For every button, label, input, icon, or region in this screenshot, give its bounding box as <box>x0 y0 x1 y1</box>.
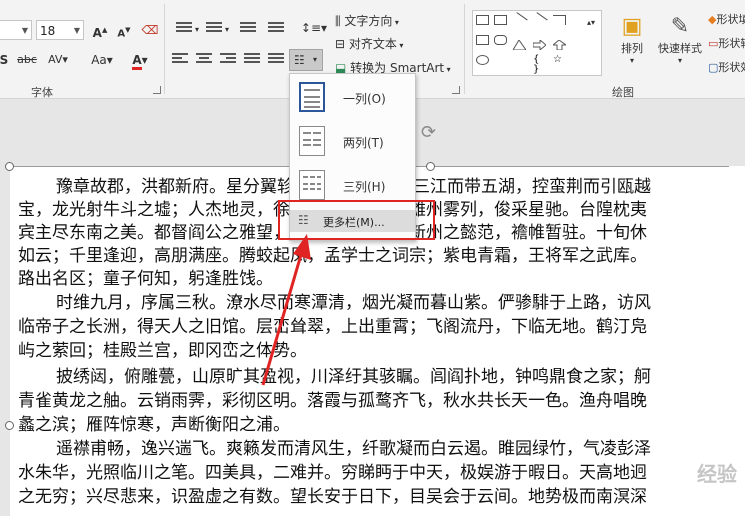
grow-font-button[interactable]: A▲ <box>90 20 110 40</box>
shapes-gallery[interactable]: { } ☆ ▴▾ <box>472 10 602 76</box>
text-line[interactable]: 之无穷；兴尽悲来，识盈虚之有数。望长安于日下，目吴会于云间。地势极而南溟深 <box>18 486 647 509</box>
triangle-shape-icon[interactable] <box>512 35 527 51</box>
group-drawing-label: 绘图 <box>612 86 634 99</box>
annotation-arrow <box>261 234 311 386</box>
shape-fill-button[interactable]: ◆形状填充 <box>708 10 745 30</box>
arrange-button[interactable]: ▣ 排列 ▾ <box>612 12 652 72</box>
text-direction-icon: ⫼ <box>335 14 345 28</box>
quick-styles-icon: ✎ <box>670 14 690 39</box>
text-line[interactable]: 青雀黄龙之舳。云销雨霁，彩彻区明。落霞与孤鹜齐飞，秋水共长天一色。渔舟唱晚 <box>18 390 647 413</box>
ellipse-shape-icon[interactable] <box>476 55 489 65</box>
text-line[interactable]: 临帝子之长洲，得天人之旧馆。层峦耸翠，上出重霄；飞阁流丹，下临无地。鹤汀凫 <box>18 316 647 339</box>
numbering-icon[interactable] <box>206 22 222 36</box>
chevron-down-icon: ▾ <box>313 55 318 64</box>
distributed-icon[interactable] <box>268 53 284 67</box>
text-line[interactable]: 蠡之滨；雁阵惊寒，声断衡阳之浦。 <box>18 414 290 437</box>
bold-button[interactable]: S <box>0 50 12 70</box>
align-text-button[interactable]: ⊟ 对齐文本 ▾ <box>335 34 415 54</box>
chevron-down-icon[interactable]: ▼ <box>22 21 28 41</box>
chevron-down-icon[interactable]: ▼ <box>74 21 80 41</box>
align-left-icon[interactable] <box>172 53 188 67</box>
rotate-handle-icon[interactable]: ⟳ <box>421 122 436 143</box>
three-columns-icon <box>299 170 325 200</box>
line-spacing-icon[interactable]: ↕≡▾ <box>300 18 328 38</box>
font-size-value: 18 <box>40 24 56 38</box>
font-size-combo[interactable]: 18 ▼ <box>36 20 84 40</box>
shape-outline-button[interactable]: ▭形状轮廓 <box>708 34 745 54</box>
resize-handle[interactable] <box>5 421 14 430</box>
text-line[interactable]: 水朱华，光照临川之笔。四美具，二难并。穷睇眄于中天，极娱游于暇日。天高地迥 <box>18 462 647 485</box>
group-divider <box>464 4 465 94</box>
paragraph-dialog-launcher-icon[interactable] <box>452 86 460 94</box>
columns-icon: ☷ <box>294 53 305 67</box>
resize-handle[interactable] <box>5 162 14 171</box>
brace-shape-icon[interactable]: { } <box>533 55 546 75</box>
menu-item-two-columns[interactable]: 两列(T) <box>290 120 415 164</box>
two-columns-icon <box>299 126 325 156</box>
bullets-dropdown-icon[interactable]: ▾ <box>193 20 201 40</box>
justify-icon[interactable] <box>244 53 260 67</box>
arrange-icon: ▣ <box>621 14 643 39</box>
shrink-font-button[interactable]: A▼ <box>114 20 134 40</box>
bullets-icon[interactable] <box>176 22 192 36</box>
align-center-icon[interactable] <box>196 53 212 67</box>
watermark: 经验 <box>697 462 737 486</box>
increase-indent-icon[interactable] <box>268 22 284 36</box>
textbox-vertical-shape-icon[interactable] <box>494 15 507 25</box>
text-line[interactable]: 如云；千里逢迎，高朋满座。腾蛟起凤，孟学士之词宗；紫电青霜，王将军之武库。 <box>18 245 647 268</box>
shape-outline-icon: ▭ <box>708 37 719 50</box>
rounded-rect-shape-icon[interactable] <box>494 35 507 45</box>
char-spacing-button[interactable]: AV▾ <box>44 50 72 70</box>
clear-format-icon[interactable]: ⌫ <box>140 20 160 40</box>
star-shape-icon[interactable]: ☆ <box>553 55 566 65</box>
one-column-icon <box>299 82 325 112</box>
menu-item-one-column[interactable]: 一列(O) <box>290 76 415 120</box>
columns-button[interactable]: ☷ ▾ <box>289 49 323 71</box>
arrow-up-shape-icon[interactable] <box>551 35 568 51</box>
line-shape-icon[interactable] <box>511 12 528 28</box>
group-font-label: 字体 <box>31 86 53 99</box>
shape-effects-icon: ▢ <box>708 61 719 74</box>
align-text-icon: ⊟ <box>335 37 349 51</box>
textbox-shape-icon[interactable] <box>476 15 489 25</box>
quick-styles-button[interactable]: ✎ 快速样式 ▾ <box>654 12 706 72</box>
decrease-indent-icon[interactable] <box>240 22 256 36</box>
numbering-dropdown-icon[interactable]: ▾ <box>223 20 231 40</box>
font-color-icon: A <box>132 53 142 70</box>
text-direction-button[interactable]: ⫼ 文字方向 ▾ <box>335 11 415 31</box>
rectangle-shape-icon[interactable] <box>476 35 489 45</box>
group-divider <box>164 4 165 94</box>
text-line[interactable]: 披绣闼，俯雕甍，山原旷其盈视，川泽纡其骇瞩。闾阎扑地，钟鸣鼎食之家；舸 <box>18 366 651 389</box>
text-line[interactable]: 时维九月，序属三秋。潦水尽而寒潭清，烟光凝而暮山紫。俨骖騑于上路，访风 <box>18 292 651 315</box>
align-right-icon[interactable] <box>220 53 236 67</box>
shape-effects-button[interactable]: ▢形状效果 <box>708 58 745 78</box>
line-shape-icon[interactable] <box>531 12 548 28</box>
change-case-button[interactable]: Aa▾ <box>88 50 116 70</box>
shapes-scroll-icon[interactable]: ▴▾ <box>585 13 597 33</box>
elbow-connector-icon[interactable] <box>553 15 566 25</box>
arrow-shape-icon[interactable] <box>532 35 547 52</box>
resize-handle[interactable] <box>426 162 435 171</box>
strikethrough-button[interactable]: abc <box>12 50 42 70</box>
font-name-combo[interactable]: ▼ <box>0 20 32 40</box>
text-line[interactable]: 路出名区；童子何知，躬逢胜饯。 <box>18 268 273 291</box>
font-dialog-launcher-icon[interactable] <box>153 86 161 94</box>
text-line[interactable]: 遥襟甫畅，逸兴遄飞。爽籁发而清风生，纤歌凝而白云遏。睢园绿竹，气凌彭泽 <box>18 438 651 461</box>
font-color-button[interactable]: A▾ <box>128 50 152 70</box>
